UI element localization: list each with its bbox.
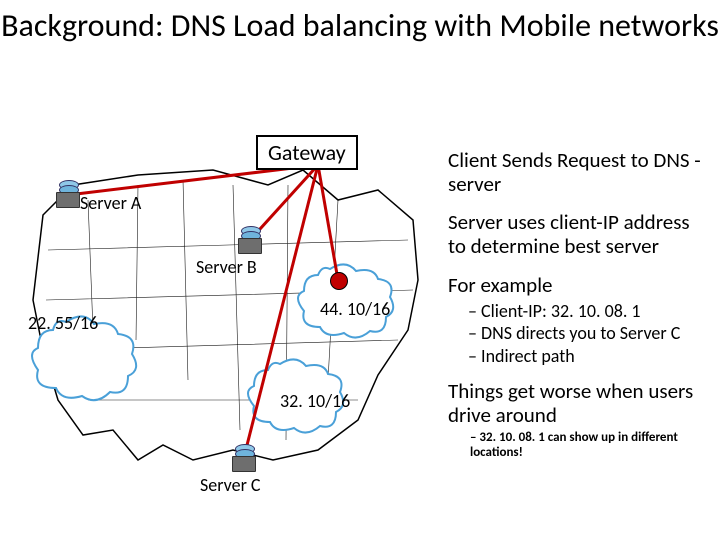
worse-item: 32. 10. 08. 1 can show up in different l… (470, 431, 710, 461)
example-item: Client-IP: 32. 10. 08. 1 (468, 301, 710, 322)
server-icon (232, 444, 256, 472)
cidr-label-a: 22. 55/16 (28, 312, 98, 334)
server-c-label: Server C (200, 474, 261, 496)
explanation-column: Client Sends Request to DNS -server Serv… (448, 148, 710, 463)
gateway-label-box: Gateway (256, 135, 358, 170)
server-a-label: Server A (80, 192, 141, 214)
cidr-label-b: 44. 10/16 (320, 298, 390, 320)
para-request: Client Sends Request to DNS -server (448, 148, 710, 196)
server-icon (238, 226, 262, 254)
gateway-dot-icon (330, 272, 348, 290)
cidr-label-c: 32. 10/16 (280, 390, 350, 412)
server-b-label: Server B (196, 256, 257, 278)
us-map-diagram: Gateway Server A Server B Server C 22. 5… (18, 130, 443, 490)
para-example-header: For example (448, 273, 710, 297)
example-item: DNS directs you to Server C (468, 323, 710, 344)
example-item: Indirect path (468, 346, 710, 367)
server-icon (56, 180, 80, 208)
slide-title: Background: DNS Load balancing with Mobi… (0, 8, 720, 45)
para-worse: Things get worse when users drive around (448, 379, 710, 427)
para-bestsrv: Server uses client-IP address to determi… (448, 210, 710, 258)
